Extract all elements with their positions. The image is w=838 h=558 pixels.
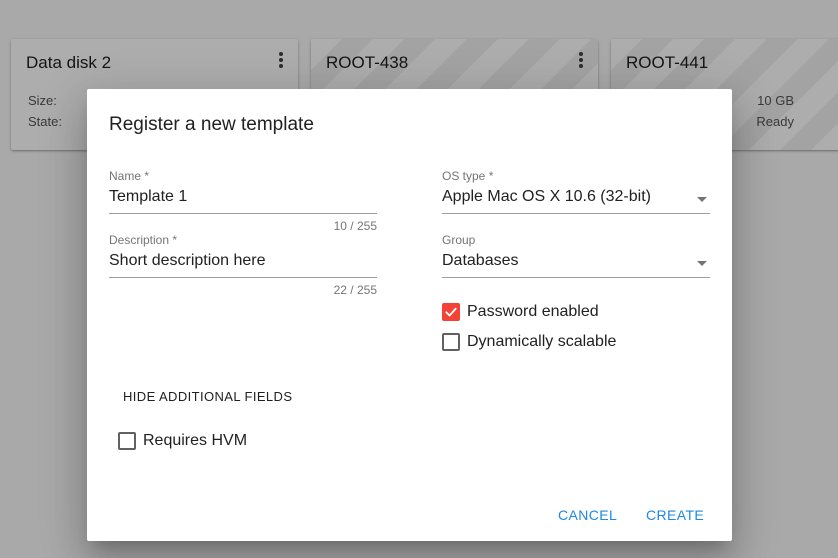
description-underline [109,277,377,278]
dropdown-arrow-icon[interactable] [697,261,707,266]
dynamically-scalable-option[interactable]: Dynamically scalable [442,333,616,351]
create-button[interactable]: CREATE [646,507,704,523]
register-template-dialog: Register a new template Name * Template … [87,89,732,541]
password-enabled-option[interactable]: Password enabled [442,303,599,321]
group-underline [442,277,710,278]
group-label: Group [442,233,476,247]
name-counter: 10 / 255 [333,219,377,233]
page: Data disk 2 Size: State: ROOT-438 ROOT-4… [0,0,838,558]
requires-hvm-checkbox[interactable] [118,432,136,450]
requires-hvm-option[interactable]: Requires HVM [118,432,247,450]
group-value: Databases [442,252,519,269]
dynamically-scalable-checkbox[interactable] [442,333,460,351]
name-input[interactable]: Template 1 [109,188,377,208]
check-icon [445,307,457,317]
description-counter: 22 / 255 [333,283,377,297]
description-field[interactable]: Description * Short description here 22 … [109,233,377,297]
os-type-label: OS type * [442,169,494,183]
name-label: Name * [109,169,150,183]
password-enabled-checkbox[interactable] [442,303,460,321]
group-select[interactable]: Group Databases [442,233,710,279]
description-label: Description * [109,233,178,247]
name-underline [109,213,377,214]
dropdown-arrow-icon[interactable] [697,197,707,202]
cancel-button[interactable]: CANCEL [558,507,617,523]
os-type-underline [442,213,710,214]
name-field[interactable]: Name * Template 1 10 / 255 [109,169,377,233]
description-input[interactable]: Short description here [109,252,377,272]
dialog-title: Register a new template [109,114,314,135]
password-enabled-label: Password enabled [467,303,599,320]
requires-hvm-label: Requires HVM [143,432,248,449]
hide-additional-fields-button[interactable]: HIDE ADDITIONAL FIELDS [123,389,292,404]
dynamically-scalable-label: Dynamically scalable [467,333,617,350]
os-type-value: Apple Mac OS X 10.6 (32-bit) [442,188,651,205]
os-type-select[interactable]: OS type * Apple Mac OS X 10.6 (32-bit) [442,169,710,215]
